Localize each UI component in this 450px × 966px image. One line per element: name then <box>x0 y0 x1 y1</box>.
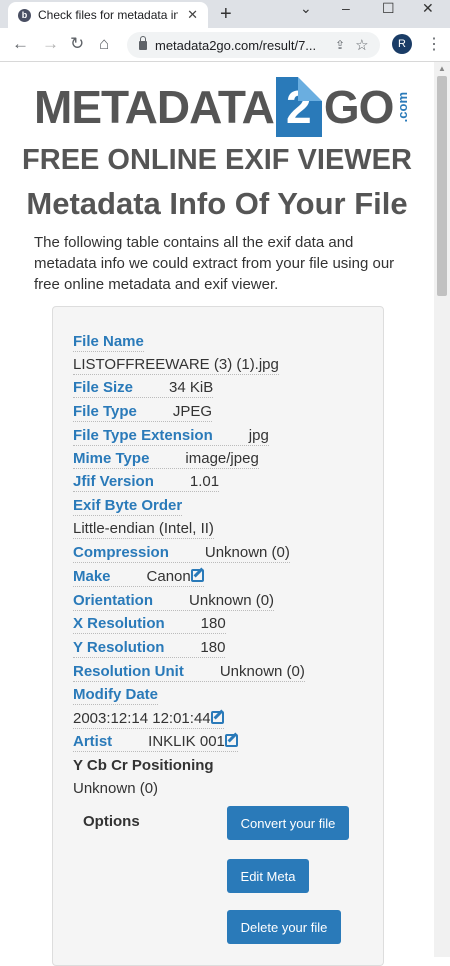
edit-make-icon[interactable] <box>190 569 204 582</box>
row-exif-byte-order-value: Little-endian (Intel, II) <box>73 520 214 539</box>
row-ycbcr-value: Unknown (0) <box>73 780 159 797</box>
tab-title: Check files for metadata info <box>38 8 178 22</box>
row-resolution-unit: Resolution Unit Unknown (0) <box>73 663 305 682</box>
logo-text-right: GO <box>323 81 395 133</box>
close-tab-icon[interactable]: ✕ <box>187 7 198 23</box>
convert-file-button[interactable]: Convert your file <box>227 806 349 840</box>
reload-icon[interactable]: ↻ <box>70 34 84 54</box>
bookmark-star-icon[interactable]: ☆ <box>355 36 368 54</box>
row-ycbcr-label: Y Cb Cr Positioning <box>73 757 214 774</box>
logo-two-box: 2 <box>275 77 322 137</box>
site-logo[interactable]: METADATA 2 GO .com <box>34 72 414 142</box>
tab-search-icon[interactable]: ⌄ <box>300 0 312 17</box>
browser-tab[interactable]: b Check files for metadata info ✕ <box>8 2 208 28</box>
page-title: FREE ONLINE EXIF VIEWER <box>22 144 412 176</box>
new-tab-icon[interactable]: + <box>220 3 232 26</box>
address-bar[interactable]: metadata2go.com/result/7... ⇪ ☆ <box>127 32 380 58</box>
home-icon[interactable]: ⌂ <box>99 34 109 54</box>
row-modify-date-value: 2003:12:14 12:01:44 <box>73 710 224 729</box>
row-orientation: Orientation Unknown (0) <box>73 592 275 611</box>
row-file-type-ext: File Type Extension jpg <box>73 427 269 446</box>
scroll-up-arrow-icon[interactable]: ▲ <box>438 64 446 73</box>
logo-com: .com <box>395 91 411 123</box>
delete-file-button[interactable]: Delete your file <box>227 910 341 944</box>
browser-menu-icon[interactable]: ⋮ <box>426 34 442 54</box>
row-y-resolution: Y Resolution 180 <box>73 639 226 658</box>
site-favicon-icon: b <box>18 8 31 22</box>
page-content: METADATA 2 GO .com FREE ONLINE EXIF VIEW… <box>0 62 434 966</box>
url-text[interactable]: metadata2go.com/result/7... <box>155 38 325 53</box>
row-file-type: File Type JPEG <box>73 403 213 422</box>
lock-icon[interactable] <box>139 35 147 50</box>
tab-bar: b Check files for metadata info ✕ + ⌄ – … <box>0 0 450 28</box>
profile-avatar[interactable]: R <box>392 34 412 54</box>
edit-artist-icon[interactable] <box>224 734 238 747</box>
row-file-name-label: File Name <box>73 333 144 352</box>
logo-text-left: METADATA <box>34 81 275 133</box>
row-exif-byte-order-label: Exif Byte Order <box>73 497 183 516</box>
row-compression: Compression Unknown (0) <box>73 544 290 563</box>
row-file-name-value: LISTOFFREEWARE (3) (1).jpg <box>73 356 279 375</box>
options-label: Options <box>83 813 140 830</box>
row-artist: Artist INKLIK 001 <box>73 733 238 752</box>
row-modify-date-label: Modify Date <box>73 686 159 705</box>
share-icon[interactable]: ⇪ <box>335 38 345 52</box>
scrollbar-thumb[interactable] <box>437 76 447 296</box>
row-mime-type: Mime Type image/jpeg <box>73 450 259 469</box>
edit-modify-date-icon[interactable] <box>210 711 224 724</box>
page-subtitle: Metadata Info Of Your File <box>26 186 408 221</box>
minimize-icon[interactable]: – <box>342 0 350 16</box>
row-x-resolution: X Resolution 180 <box>73 615 226 634</box>
edit-meta-button[interactable]: Edit Meta <box>227 859 309 893</box>
page-scrollbar[interactable]: ▲ <box>434 62 450 957</box>
back-icon[interactable]: ← <box>12 34 29 54</box>
row-make: Make Canon <box>73 568 204 587</box>
forward-icon[interactable]: → <box>42 34 59 54</box>
intro-text: The following table contains all the exi… <box>34 234 395 293</box>
row-file-size: File Size 34 KiB <box>73 379 214 398</box>
close-window-icon[interactable]: ✕ <box>422 0 434 17</box>
browser-toolbar: ← → ↻ ⌂ metadata2go.com/result/7... ⇪ ☆ … <box>0 28 450 62</box>
maximize-icon[interactable]: ☐ <box>382 0 395 17</box>
metadata-card: File Name LISTOFFREEWARE (3) (1).jpg Fil… <box>52 306 384 966</box>
row-jfif-version: Jfif Version 1.01 <box>73 473 220 492</box>
